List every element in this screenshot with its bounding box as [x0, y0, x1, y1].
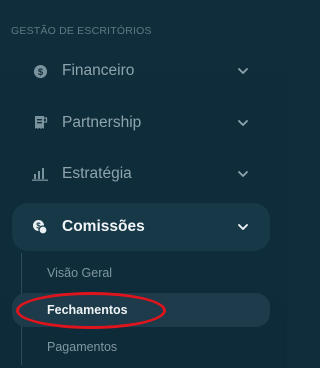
sidebar-item-label: Financeiro [62, 62, 135, 79]
submenu-item-visao-geral[interactable]: Visão Geral [12, 256, 270, 290]
sidebar-item-financeiro[interactable]: $ Financeiro [12, 47, 270, 95]
chevron-down-icon [236, 116, 250, 130]
receipt-icon [32, 115, 48, 131]
chevron-down-icon [236, 167, 250, 181]
sidebar-item-label: Estratégia [62, 165, 132, 182]
section-title: GESTÃO DE ESCRITÓRIOS [11, 25, 152, 37]
sidebar-item-label: Comissões [62, 218, 145, 235]
bar-chart-icon [32, 166, 48, 182]
sidebar: GESTÃO DE ESCRITÓRIOS $ Financeiro Partn… [0, 0, 287, 368]
submenu-item-pagamentos[interactable]: Pagamentos [12, 330, 270, 364]
coins-icon: $ [32, 219, 48, 235]
submenu-item-label: Fechamentos [47, 303, 128, 317]
svg-text:$: $ [37, 66, 43, 76]
sidebar-item-partnership[interactable]: Partnership [12, 99, 270, 147]
submenu-item-label: Visão Geral [47, 266, 113, 280]
chevron-down-icon [236, 220, 250, 234]
dollar-circle-icon: $ [32, 63, 48, 79]
sidebar-item-label: Partnership [62, 114, 142, 131]
sidebar-item-comissoes[interactable]: $ Comissões [12, 203, 270, 251]
chevron-down-icon [236, 64, 250, 78]
submenu-item-label: Pagamentos [47, 340, 118, 354]
sidebar-item-estrategia[interactable]: Estratégia [12, 150, 270, 198]
submenu-item-fechamentos[interactable]: Fechamentos [12, 293, 270, 327]
